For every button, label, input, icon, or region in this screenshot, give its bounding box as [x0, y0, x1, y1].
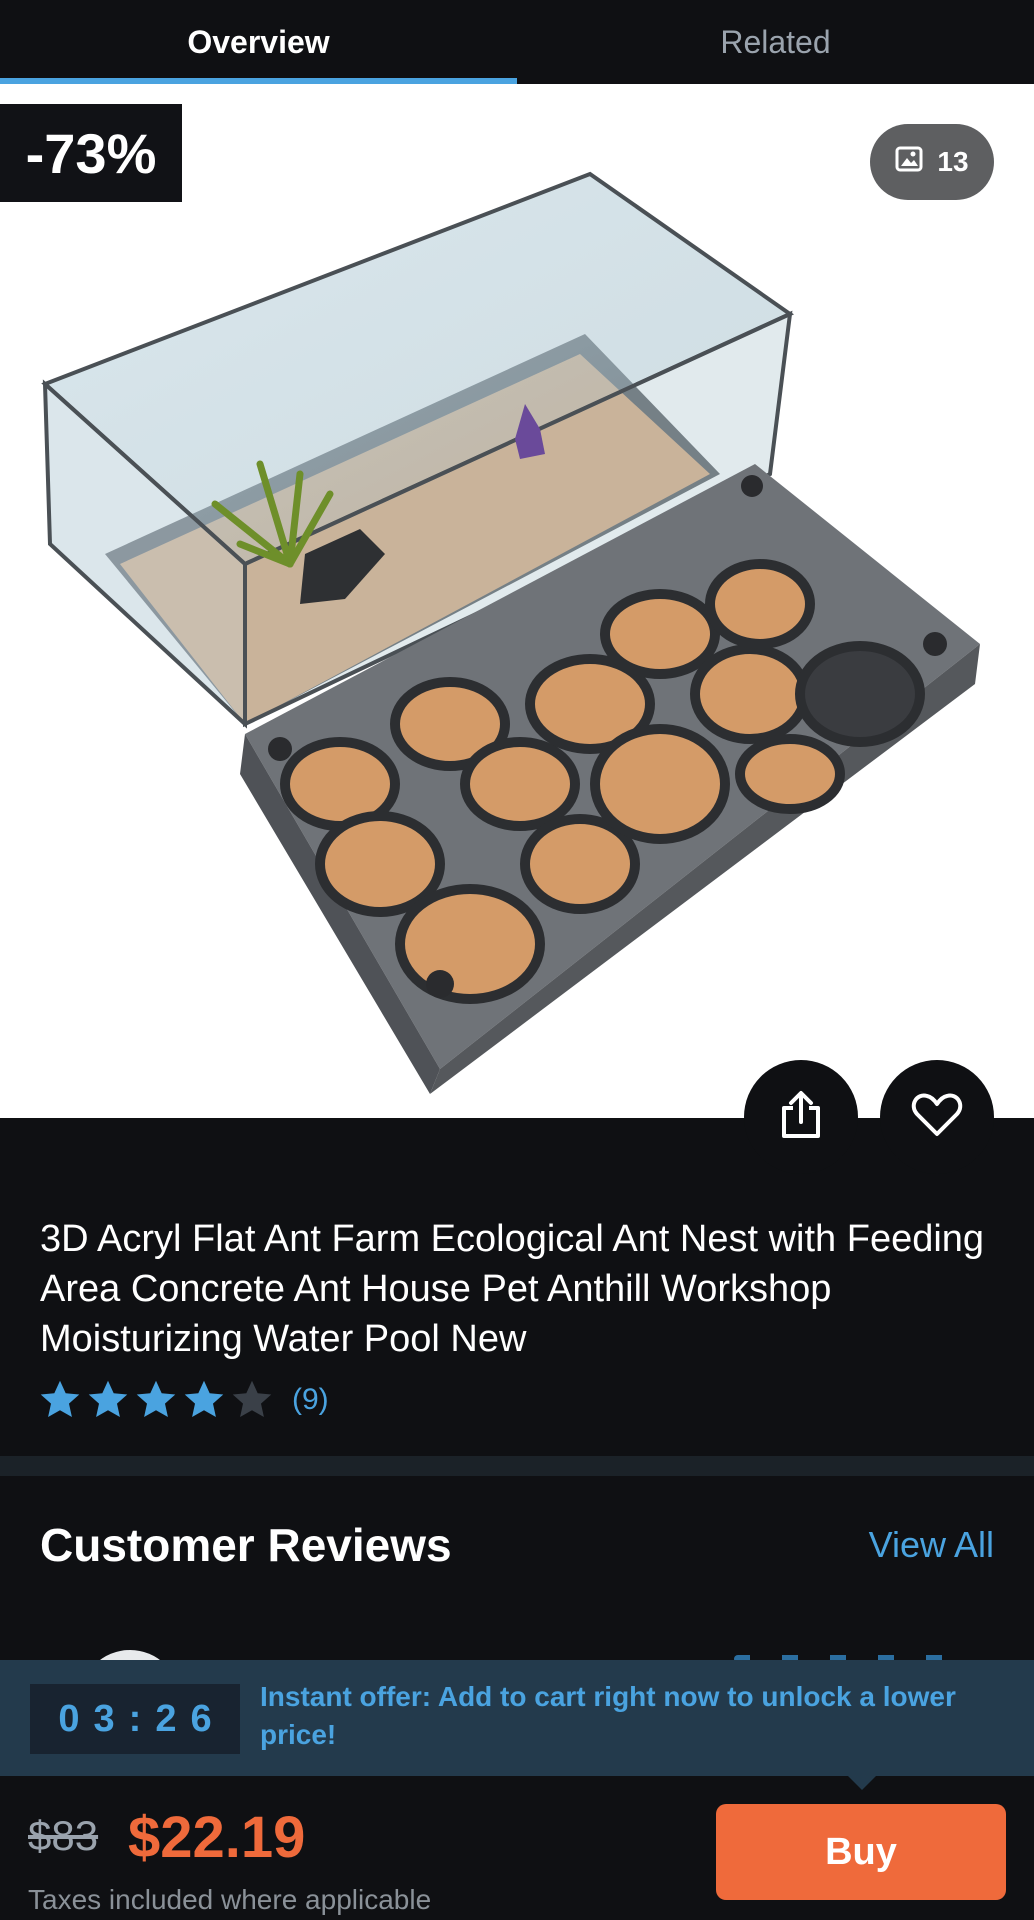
star-icon: [88, 1380, 128, 1418]
view-all-reviews-link[interactable]: View All: [869, 1524, 994, 1566]
tab-overview-label: Overview: [187, 23, 330, 60]
offer-pointer-arrow: [846, 1774, 878, 1790]
star-icon: [40, 1380, 80, 1418]
product-rating[interactable]: (9): [38, 1378, 329, 1422]
offer-text: Instant offer: Add to cart right now to …: [260, 1681, 956, 1750]
star-empty-icon: [232, 1380, 272, 1418]
buy-button[interactable]: Buy: [716, 1804, 1006, 1900]
photo-count-value: 13: [937, 146, 969, 177]
favorite-button[interactable]: [880, 1060, 994, 1174]
star-icon: [136, 1380, 176, 1418]
sale-price: $22.19: [128, 1805, 306, 1870]
image-icon: [895, 146, 923, 179]
tab-related[interactable]: Related: [517, 0, 1034, 84]
offer-countdown-timer: 03:26: [30, 1684, 240, 1754]
tab-bar: Overview Related: [0, 0, 1034, 84]
tab-overview[interactable]: Overview: [0, 0, 517, 84]
share-icon: [778, 1090, 824, 1145]
section-divider: [0, 1456, 1034, 1476]
share-button[interactable]: [744, 1060, 858, 1174]
instant-offer-banner[interactable]: 03:26 Instant offer: Add to cart right n…: [0, 1660, 1034, 1776]
discount-badge: -73%: [0, 104, 182, 202]
product-title: 3D Acryl Flat Ant Farm Ecological Ant Ne…: [40, 1218, 985, 1360]
tab-related-label: Related: [720, 23, 831, 60]
original-price: $83: [28, 1812, 99, 1859]
reviews-section-title: Customer Reviews: [40, 1519, 452, 1571]
tax-note: Taxes included where applicable: [28, 1884, 432, 1915]
star-icon: [184, 1380, 224, 1418]
rating-count: (9): [292, 1383, 329, 1416]
photo-count-badge[interactable]: 13: [870, 124, 994, 200]
heart-icon: [911, 1092, 963, 1143]
ant-farm-illustration: [41, 171, 980, 1094]
product-image[interactable]: -73% 13: [0, 84, 1034, 1118]
